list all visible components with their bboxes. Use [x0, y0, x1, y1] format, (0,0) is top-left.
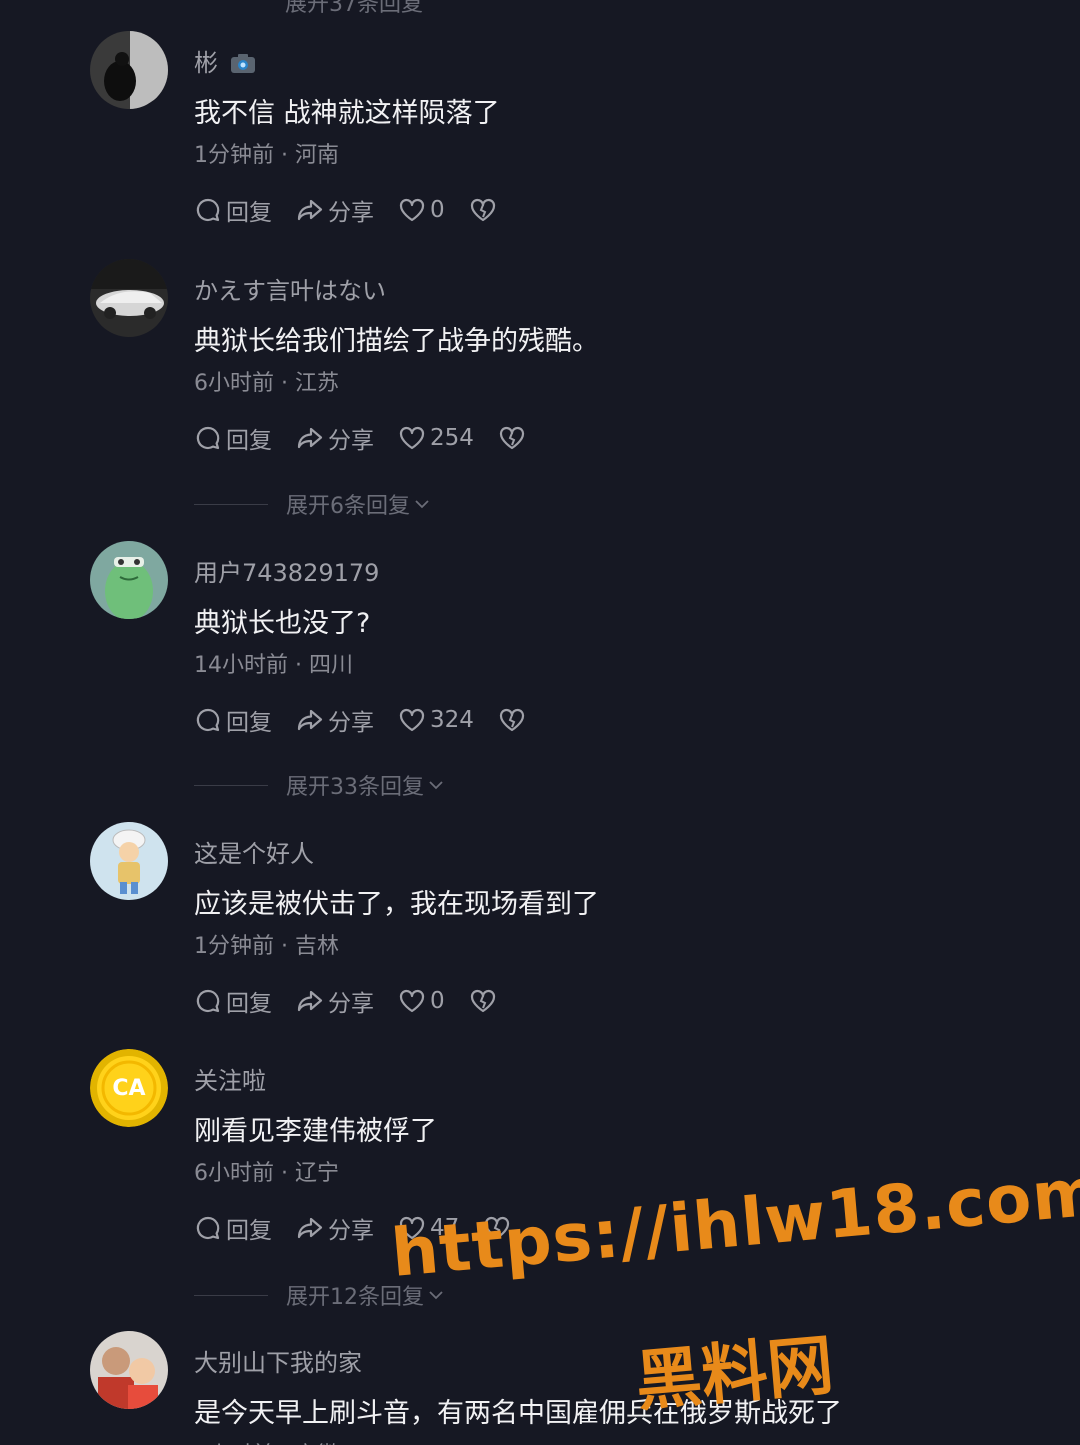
share-icon [297, 709, 323, 731]
username[interactable]: 关注啦 [194, 1061, 266, 1096]
expand-replies[interactable]: 展开6条回复 [194, 489, 432, 519]
heart-icon [399, 1216, 425, 1240]
reply-icon [196, 426, 220, 450]
comment-meta: 14小时前 · 四川 [194, 653, 353, 678]
avatar[interactable] [90, 259, 168, 337]
avatar[interactable] [90, 31, 168, 109]
heart-icon [399, 198, 425, 222]
chevron-down-icon [429, 781, 443, 790]
divider [194, 503, 268, 505]
like-count: 254 [430, 425, 474, 451]
comment-meta: 1分钟前 · 吉林 [194, 934, 339, 959]
broken-heart-icon [499, 426, 525, 450]
username[interactable]: 彬 [194, 43, 256, 78]
dislike-button[interactable] [498, 424, 526, 452]
camera-badge-icon [230, 52, 256, 73]
share-icon [297, 990, 323, 1012]
like-button[interactable]: 0 [398, 196, 445, 224]
share-icon [297, 199, 323, 221]
reply-button[interactable]: 回复 [194, 703, 272, 737]
share-button[interactable]: 分享 [296, 984, 374, 1018]
reply-button[interactable]: 回复 [194, 1211, 272, 1245]
comment-meta: 1分钟前 · 河南 [194, 143, 339, 168]
username[interactable]: 用户743829179 [194, 553, 379, 588]
like-count: 0 [430, 988, 445, 1014]
comment-text: 应该是被伏击了，我在现场看到了 [194, 889, 599, 920]
dislike-button[interactable] [498, 706, 526, 734]
comment-actions: 回复 分享 47 [194, 1211, 535, 1245]
reply-button[interactable]: 回复 [194, 421, 272, 455]
comment-actions: 回复 分享 324 [194, 703, 550, 737]
heart-icon [399, 708, 425, 732]
broken-heart-icon [485, 1216, 510, 1240]
comment-text: 我不信 战神就这样陨落了 [194, 98, 500, 129]
chevron-down-icon [429, 1291, 443, 1300]
dislike-button[interactable] [483, 1214, 511, 1242]
reply-icon [196, 1216, 220, 1240]
username[interactable]: かえす言叶はない [194, 271, 386, 306]
comment-meta: 6小时前 · 江苏 [194, 371, 339, 396]
expand-replies[interactable]: 展开12条回复 [194, 1280, 446, 1310]
comment-actions: 回复 分享 0 [194, 984, 521, 1018]
like-button[interactable]: 0 [398, 987, 445, 1015]
svg-text:CA: CA [112, 1076, 145, 1101]
expand-replies[interactable]: 展开33条回复 [194, 770, 446, 800]
reply-button[interactable]: 回复 [194, 193, 272, 227]
reply-icon [196, 198, 220, 222]
broken-heart-icon [499, 708, 525, 732]
dislike-button[interactable] [469, 987, 497, 1015]
expand-replies-top[interactable]: 展开37条回复 [285, 0, 423, 18]
chevron-down-icon [415, 500, 429, 509]
avatar[interactable] [90, 541, 168, 619]
dislike-button[interactable] [469, 196, 497, 224]
comment-meta: 1小时前 · 安徽 [194, 1437, 339, 1445]
share-icon [297, 427, 323, 449]
username[interactable]: 这是个好人 [194, 834, 314, 869]
like-button[interactable]: 324 [398, 706, 474, 734]
comment-text: 刚看见李建伟被俘了 [194, 1116, 437, 1147]
broken-heart-icon [470, 198, 495, 222]
like-button[interactable]: 254 [398, 424, 474, 452]
broken-heart-icon [470, 989, 495, 1013]
avatar[interactable]: CA [90, 1049, 168, 1127]
avatar[interactable] [90, 822, 168, 900]
share-button[interactable]: 分享 [296, 1211, 374, 1245]
comment-text: 典狱长给我们描绘了战争的残酷。 [194, 326, 599, 357]
reply-button[interactable]: 回复 [194, 984, 272, 1018]
comment-actions: 回复 分享 254 [194, 421, 550, 455]
comment-text: 典狱长也没了? [194, 608, 371, 639]
divider [194, 784, 268, 786]
like-count: 0 [430, 197, 445, 223]
comment-meta: 6小时前 · 辽宁 [194, 1161, 339, 1186]
share-icon [297, 1217, 323, 1239]
share-button[interactable]: 分享 [296, 703, 374, 737]
share-button[interactable]: 分享 [296, 193, 374, 227]
reply-icon [196, 989, 220, 1013]
comment-text: 是今天早上刷斗音，有两名中国雇佣兵在俄罗斯战死了 [194, 1398, 842, 1429]
like-count: 47 [430, 1215, 460, 1241]
username[interactable]: 大别山下我的家 [194, 1343, 362, 1378]
heart-icon [399, 989, 425, 1013]
reply-icon [196, 708, 220, 732]
comment-actions: 回复 分享 0 [194, 193, 521, 227]
divider [194, 1294, 268, 1296]
like-count: 324 [430, 707, 474, 733]
share-button[interactable]: 分享 [296, 421, 374, 455]
heart-icon [399, 426, 425, 450]
avatar[interactable] [90, 1331, 168, 1409]
like-button[interactable]: 47 [398, 1214, 459, 1242]
